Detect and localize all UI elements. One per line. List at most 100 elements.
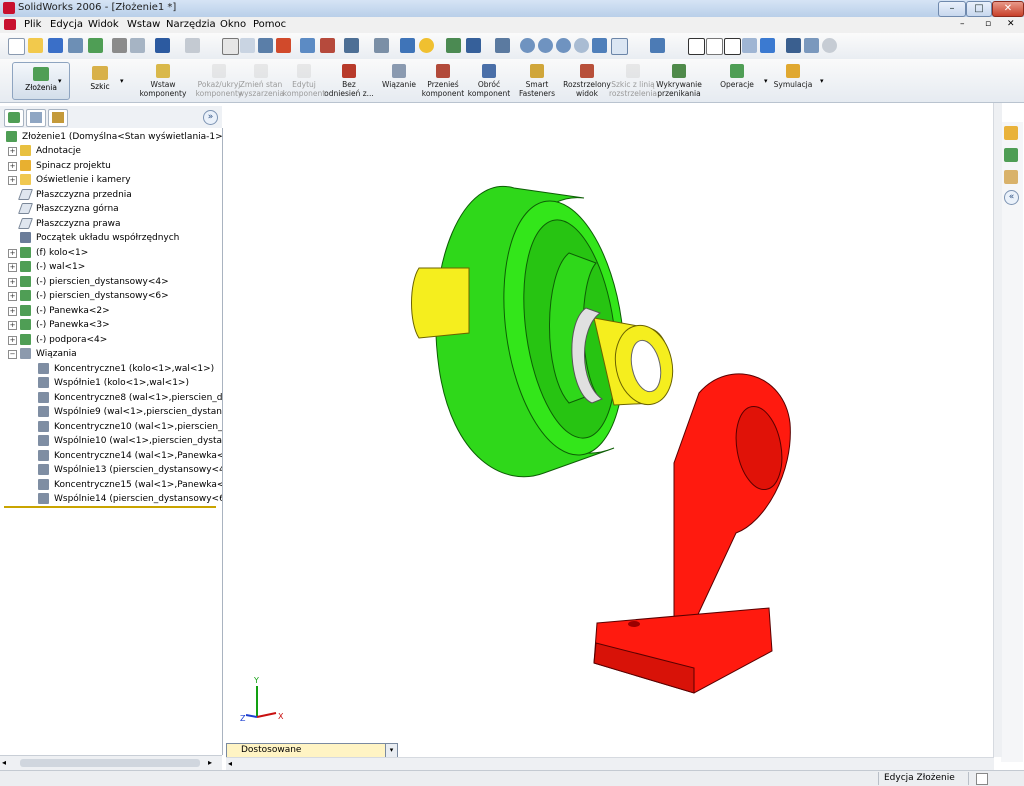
zoom-in-out-icon[interactable] <box>556 38 571 53</box>
expand-panel-icon[interactable]: » <box>203 110 218 125</box>
featuremanager-tab[interactable] <box>4 109 24 127</box>
chevron-down-icon[interactable]: ▾ <box>385 744 397 757</box>
expand-icon[interactable]: + <box>8 176 17 185</box>
menu-pomoc[interactable]: Pomoc <box>253 19 286 30</box>
scroll-right-icon[interactable]: ▸ <box>208 758 212 767</box>
expand-icon[interactable]: + <box>8 335 17 345</box>
close-button[interactable]: ✕ <box>992 1 1024 17</box>
redo-icon[interactable] <box>185 38 200 53</box>
coordinate-triad: Y X Z <box>240 676 284 723</box>
status-indicator-icon[interactable] <box>976 773 988 785</box>
features-icon <box>730 64 744 78</box>
collapse-icon[interactable]: − <box>8 350 17 359</box>
propertymanager-tab[interactable] <box>26 109 46 127</box>
expand-icon[interactable]: + <box>8 306 17 316</box>
scroll-thumb[interactable] <box>20 759 200 767</box>
part-icon <box>20 246 31 258</box>
select-arrow-icon[interactable] <box>222 38 239 55</box>
tree-item-label: Koncentryczne8 (wal<1>,pierscien_dys <box>54 392 223 403</box>
new-file-icon[interactable] <box>8 38 25 55</box>
minimize-button[interactable]: – <box>938 1 966 17</box>
toolbar-dropdown-icon[interactable] <box>374 38 389 53</box>
graphics-hscrollbar[interactable]: ◂ <box>226 757 994 771</box>
expand-icon[interactable]: + <box>8 147 17 156</box>
menu-edycja[interactable]: Edycja <box>50 19 83 30</box>
configurationmanager-tab[interactable] <box>48 109 68 127</box>
sketch-dropdown-arrow-icon[interactable]: ▾ <box>120 77 124 85</box>
pan-icon[interactable] <box>611 38 628 55</box>
tools-icon[interactable] <box>495 38 510 53</box>
shaded-edges-icon[interactable] <box>742 38 757 53</box>
expand-icon[interactable]: + <box>8 263 17 272</box>
expand-icon[interactable]: + <box>8 161 17 171</box>
rotate-view-icon[interactable] <box>592 38 607 53</box>
expand-icon[interactable]: + <box>8 277 17 287</box>
zoom-fit-icon[interactable] <box>520 38 535 53</box>
features-button[interactable]: Operacje <box>708 61 766 101</box>
doc-restore-button[interactable]: ▫ <box>985 19 991 29</box>
scroll-left-icon[interactable]: ◂ <box>2 758 6 767</box>
help-icon[interactable] <box>419 38 434 53</box>
save-icon[interactable] <box>48 38 63 53</box>
library-icon[interactable] <box>1004 148 1018 162</box>
view-settings-icon[interactable] <box>344 38 359 53</box>
chevron-down-icon[interactable]: ▾ <box>820 77 824 85</box>
make-assembly-icon[interactable] <box>88 38 103 53</box>
select-other-icon[interactable] <box>240 38 255 53</box>
rebuild-icon[interactable] <box>276 38 291 53</box>
hidden-lines-removed-icon[interactable] <box>724 38 741 55</box>
interference-detection-button[interactable]: Wykrywanie przenikania <box>650 61 708 101</box>
tree-item-label: (-) Panewka<3> <box>36 320 110 330</box>
file-properties-icon[interactable] <box>320 38 335 53</box>
maximize-button[interactable]: □ <box>966 1 992 17</box>
assembly-model[interactable]: Y X Z <box>224 103 994 743</box>
tree-item-label: Płaszczyzna przednia <box>36 189 132 200</box>
properties-icon[interactable] <box>400 38 415 53</box>
link-icon[interactable] <box>466 38 481 53</box>
assembly-dropdown-arrow-icon[interactable]: ▾ <box>58 77 62 85</box>
collapse-taskpane-icon[interactable]: « <box>1004 190 1019 205</box>
part-icon <box>20 319 31 330</box>
insert-components-button[interactable]: Wstaw komponenty <box>134 61 192 101</box>
zoom-area-icon[interactable] <box>538 38 553 53</box>
menu-narzedzia[interactable]: Narzędzia <box>166 19 216 30</box>
feature-tree-hscrollbar[interactable]: ◂ ▸ <box>0 755 222 770</box>
display-mode-icon[interactable] <box>804 38 819 53</box>
menu-okno[interactable]: Okno <box>220 19 246 30</box>
home-icon[interactable] <box>1004 126 1018 140</box>
make-drawing-icon[interactable] <box>68 38 83 53</box>
document-icon[interactable] <box>4 19 16 30</box>
undo-icon[interactable] <box>155 38 170 53</box>
doc-close-button[interactable]: ✕ <box>1007 19 1015 29</box>
rollback-bar[interactable] <box>4 506 216 508</box>
options-grid-icon[interactable] <box>300 38 315 53</box>
file-explorer-icon[interactable] <box>1004 170 1018 184</box>
open-folder-icon[interactable] <box>28 38 43 53</box>
zoom-selection-icon[interactable] <box>574 38 589 53</box>
shaded-icon[interactable] <box>760 38 775 53</box>
macro-icon[interactable] <box>446 38 461 53</box>
graphics-vscrollbar[interactable] <box>993 103 1002 757</box>
change-suppression-icon <box>254 64 268 78</box>
interference-detection-icon <box>672 64 686 78</box>
realview-icon[interactable] <box>822 38 837 53</box>
expand-icon[interactable]: + <box>8 248 17 258</box>
menu-widok[interactable]: Widok <box>88 19 119 30</box>
expand-icon[interactable]: + <box>8 292 17 301</box>
expand-icon[interactable]: + <box>8 321 17 330</box>
simulation-button[interactable]: Symulacja <box>764 61 822 101</box>
wireframe-icon[interactable] <box>688 38 705 55</box>
graphics-area[interactable]: Y X Z <box>224 103 994 743</box>
scroll-left-icon[interactable]: ◂ <box>228 759 232 768</box>
print-icon[interactable] <box>112 38 127 53</box>
section-view-icon[interactable] <box>786 38 801 53</box>
menu-plik[interactable]: Plik <box>24 19 41 30</box>
hidden-lines-visible-icon[interactable] <box>706 38 723 55</box>
menu-wstaw[interactable]: Wstaw <box>127 19 160 30</box>
doc-minimize-button[interactable]: – <box>960 19 965 29</box>
rebuild-sketch-icon[interactable] <box>258 38 273 53</box>
standard-views-icon[interactable] <box>650 38 665 53</box>
print-preview-icon[interactable] <box>130 38 145 53</box>
tree-item-label: (f) kolo<1> <box>36 247 89 258</box>
support-component[interactable] <box>593 373 791 694</box>
